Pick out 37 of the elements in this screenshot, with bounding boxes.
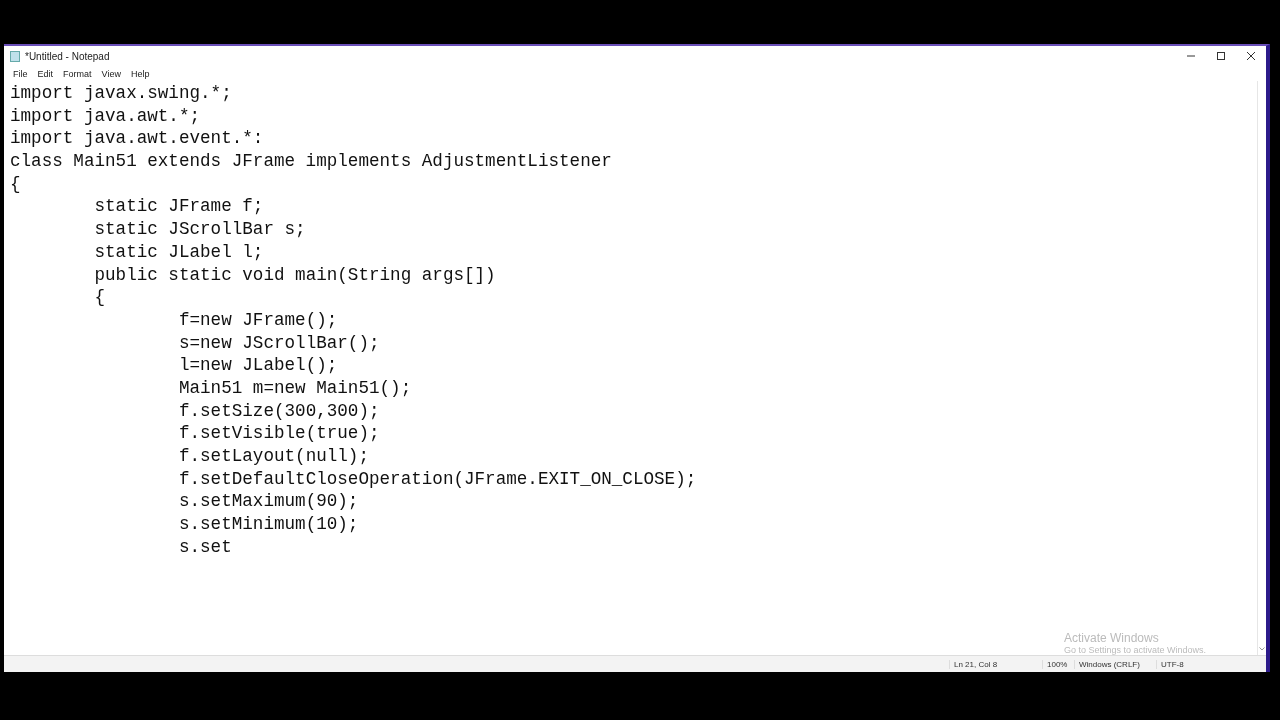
code-line: import javax.swing.*; [10, 82, 233, 105]
status-text: Windows (CRLF) [1074, 659, 1156, 669]
code-line: import java.awt.event.*: [10, 127, 265, 151]
code-line: static JLabel l; [93, 240, 265, 264]
menu-item[interactable]: File [8, 68, 33, 79]
menu-item[interactable]: Format [58, 68, 97, 79]
status-text: Ln 21, Col 8 [949, 659, 1042, 669]
code-line: f.setLayout(null); [177, 445, 370, 468]
status-text: 100% [1042, 659, 1074, 669]
code-line: static JFrame f; [93, 195, 265, 219]
code-line: class Main51 extends JFrame implements AdjustmentListener [10, 150, 613, 173]
code-line: f.setSize(300,300); [177, 399, 381, 423]
code-line: static JScrollBar s; [93, 218, 307, 241]
chevron-down-icon[interactable] [1259, 647, 1265, 651]
code-line: s.setMinimum(10); [177, 513, 360, 536]
code-line: l=new JLabel(); [177, 354, 339, 377]
menu-item[interactable]: Edit [32, 68, 59, 79]
window-title: *Untitled - Notepad [25, 50, 110, 62]
code-line: s.set [177, 535, 233, 559]
code-line: s.setMaximum(90); [177, 490, 360, 514]
code-line: s=new JScrollBar(); [177, 331, 381, 355]
code-line: { [93, 286, 107, 309]
menu-item[interactable]: Help [125, 68, 155, 79]
code-line: public static void main(String args[]) [93, 263, 497, 287]
close-icon [1246, 51, 1256, 61]
code-line: f.setDefaultCloseOperation(JFrame.EXIT_ON_CLOSE); [177, 467, 698, 491]
menu-item[interactable]: View [96, 68, 126, 79]
maximize-icon [1216, 51, 1226, 61]
code-line: { [10, 172, 22, 196]
activation-message: Go to Settings to activate Windows. [1064, 645, 1207, 655]
activation-title: Activate Windows [1064, 631, 1160, 645]
notepad-icon [10, 50, 20, 62]
code-line: f=new JFrame(); [177, 308, 339, 332]
code-line: f.setVisible(true); [177, 422, 381, 445]
code-line: import java.awt.*; [10, 104, 202, 128]
code-line: Main51 m=new Main51(); [177, 376, 413, 400]
status-text: UTF-8 [1156, 659, 1216, 669]
